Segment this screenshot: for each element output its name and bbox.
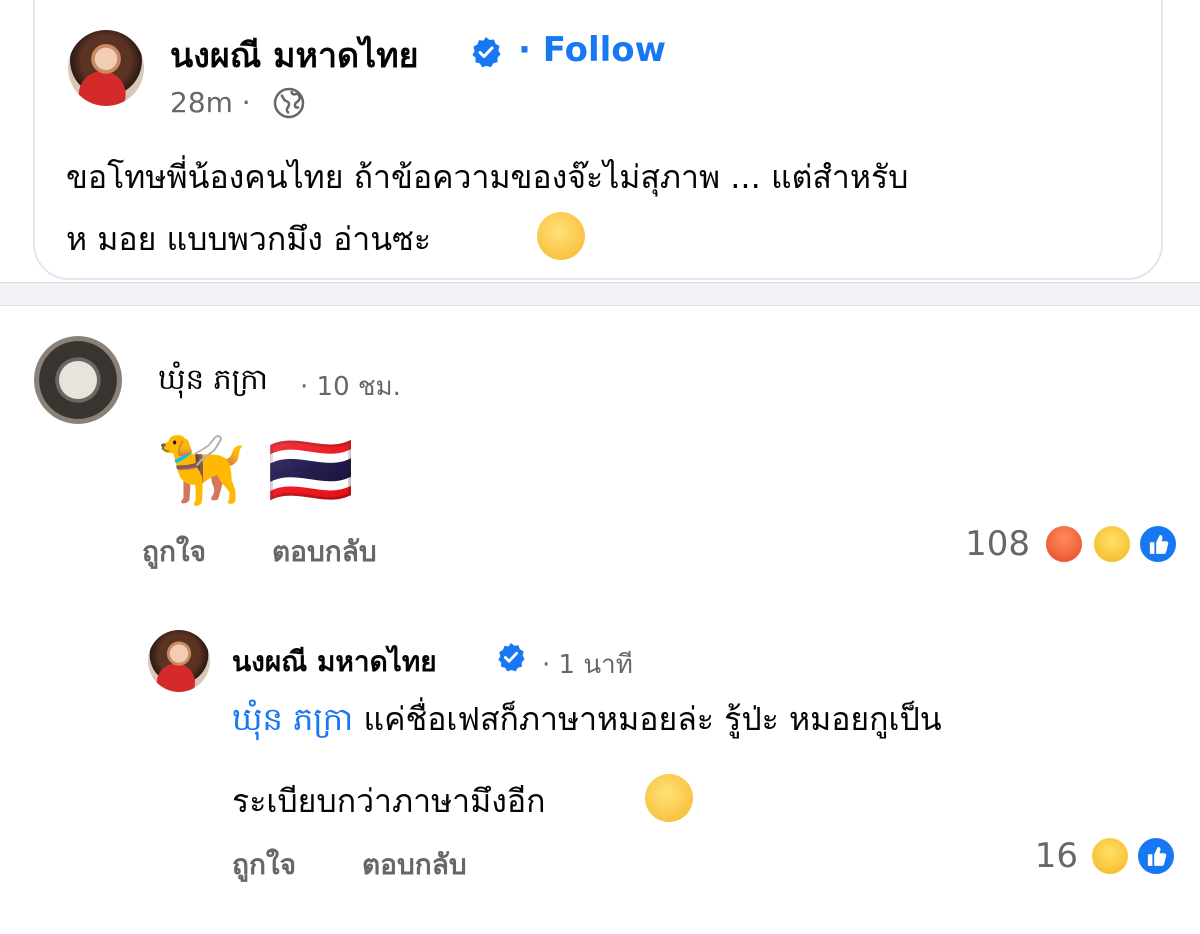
post-author-name[interactable]: นงผณี มหาดไทย (170, 28, 419, 82)
commenter-avatar[interactable] (34, 336, 122, 424)
section-divider (0, 282, 1200, 306)
reply-text-line-2: ระเบียบกว่าภาษามึงอีก (232, 782, 546, 820)
reply-timestamp[interactable]: · 1 นาที (542, 644, 633, 685)
mention-link[interactable]: ឃុំន ភក្រា (232, 700, 353, 738)
comment-reply-button[interactable]: ตอบกลับ (272, 530, 377, 574)
reply-author-avatar[interactable] (148, 630, 210, 692)
like-reaction-icon (1136, 836, 1176, 876)
haha-reaction-icon (1092, 524, 1132, 564)
smirk-emoji-icon (645, 774, 693, 822)
comment-reaction-count[interactable]: 108 (940, 524, 1030, 564)
post-timestamp[interactable]: 28m · (170, 86, 251, 119)
comment-author-name[interactable]: ឃុំន ភក្រា (158, 362, 268, 404)
reply-text-body: แค่ชื่อเฟสก็ภาษาหมอยล่ะ รู้ป่ะ หมอยกูเป็… (363, 700, 942, 738)
follow-button[interactable]: · Follow (518, 30, 666, 70)
reply-text-line-1: ឃុំន ភក្រា แค่ชื่อเฟสก็ภาษาหมอยล่ะ รู้ป่… (232, 694, 942, 746)
post-text-line-1: ขอโทษพี่น้องคนไทย ถ้าข้อความของจ๊ะไม่สุภ… (66, 158, 909, 196)
verified-badge-icon (472, 37, 501, 68)
haha-reaction-icon (1090, 836, 1130, 876)
reply-reaction-count[interactable]: 16 (1000, 836, 1078, 876)
verified-badge-icon (498, 642, 525, 672)
reply-like-button[interactable]: ถูกใจ (232, 843, 296, 887)
post-author-avatar[interactable] (68, 30, 144, 106)
comment-emoji-content: 🦮 🇹🇭 (158, 429, 355, 511)
comment-timestamp[interactable]: · 10 ชม. (300, 366, 401, 407)
angry-reaction-icon (1044, 524, 1084, 564)
globe-icon (273, 87, 305, 119)
like-reaction-icon (1138, 524, 1178, 564)
comment-like-button[interactable]: ถูกใจ (142, 530, 206, 574)
reply-author-name[interactable]: นงผณี มหาดไทย (232, 640, 437, 684)
reply-reply-button[interactable]: ตอบกลับ (362, 843, 467, 887)
smirk-emoji-icon (537, 212, 585, 260)
post-text-line-2: ห มอย แบบพวกมึง อ่านซะ (66, 220, 432, 258)
